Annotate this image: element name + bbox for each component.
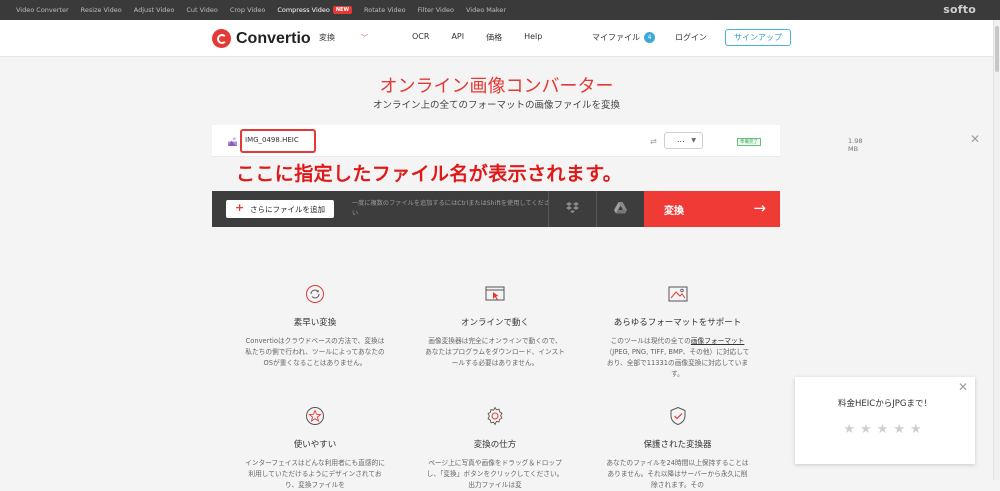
remove-file-close-icon[interactable]: ✕ <box>970 132 980 146</box>
feature-desc-post: （JPEG, PNG, TIFF, BMP、その他）に対応しており、全部で113… <box>605 348 750 378</box>
output-format-value: ... <box>677 135 685 144</box>
nav-item-help[interactable]: Help <box>524 32 542 43</box>
product-links: Video Converter Resize Video Adjust Vide… <box>0 6 506 14</box>
product-link-crop-video[interactable]: Crop Video <box>230 6 265 14</box>
feature-description: インターフェイスはどんな利用者にも直感的に利用していただけるようにデザインされて… <box>245 459 385 489</box>
feature-description: Convertioはクラウドベースの方法で、変換は私たちの側で行われ、ツールによ… <box>245 337 385 367</box>
feature-title: 保護された変換器 <box>643 440 712 450</box>
output-format-select[interactable]: ... ▼ <box>664 132 703 149</box>
chevron-down-icon: ▼ <box>691 137 696 144</box>
dropbox-icon <box>566 202 579 213</box>
shield-check-icon <box>670 406 685 426</box>
dropbox-button[interactable] <box>548 191 596 227</box>
image-file-icon <box>228 137 237 146</box>
nav-item-label: 変換 <box>319 33 335 42</box>
nav-item-convert[interactable]: 変換 ﹀ <box>319 32 390 43</box>
product-link-label: Compress Video <box>277 6 330 14</box>
annotation-text: ここに指定したファイル名が表示されます。 <box>236 163 623 185</box>
rating-popup: ✕ 料金HEICからJPGまで！ ★★★★★ <box>795 377 975 464</box>
feature-description: あなたのファイルを24時間以上保持することはありません。それ以降はサーバーから永… <box>606 459 749 489</box>
feature-title: オンラインで動く <box>460 318 529 328</box>
convert-button[interactable]: 変換 → <box>644 191 780 227</box>
product-link-cut-video[interactable]: Cut Video <box>186 6 217 14</box>
nav-item-api[interactable]: API <box>451 32 464 43</box>
convert-label: 変換 <box>664 206 684 217</box>
product-link-compress-video[interactable]: Compress Video NEW <box>277 6 352 14</box>
image-formats-link[interactable]: 画像フォーマット <box>691 337 745 345</box>
top-product-bar: Video Converter Resize Video Adjust Vide… <box>0 0 1000 20</box>
nav-item-ocr[interactable]: OCR <box>412 32 429 43</box>
plus-icon: + <box>235 201 245 214</box>
google-drive-button[interactable] <box>596 191 644 227</box>
feature-easy-to-use: 使いやすい インターフェイスはどんな利用者にも直感的に利用していただけるようにデ… <box>245 406 385 491</box>
nav-item-pricing[interactable]: 価格 <box>486 32 502 43</box>
convertio-logo-icon <box>212 29 231 48</box>
feature-title: 素早い変換 <box>293 318 337 328</box>
feature-title: あらゆるフォーマットをサポート <box>613 318 742 328</box>
feature-description: ページ上に写真や画像をドラッグ＆ドロップし、「変換」ボタンをクリックしてください… <box>426 459 564 489</box>
feature-works-online: オンラインで動く 画像変換器は完全にオンラインで動くので、あなたはプログラムをダ… <box>425 284 565 369</box>
product-link-video-converter[interactable]: Video Converter <box>16 6 69 14</box>
star-rating[interactable]: ★★★★★ <box>795 422 975 437</box>
add-more-files-button[interactable]: + さらにファイルを追加 <box>226 200 334 218</box>
feature-desc-pre: このツールは現代の全ての <box>610 337 691 345</box>
popup-text: 料金HEICからJPGまで！ <box>838 399 932 409</box>
product-link-video-maker[interactable]: Video Maker <box>466 6 506 14</box>
google-drive-icon <box>614 202 627 214</box>
nav-menu: 変換 ﹀ OCR API 価格 Help <box>319 32 564 43</box>
vertical-scrollbar[interactable] <box>993 20 1000 480</box>
product-link-resize-video[interactable]: Resize Video <box>81 6 122 14</box>
file-name: IMG_0498.HEIC <box>245 136 299 144</box>
logo-text: Convertio <box>236 29 311 47</box>
star-circle-icon <box>306 407 324 425</box>
feature-fast-conversion: 素早い変換 Convertioはクラウドベースの方法で、変換は私たちの側で行われ… <box>245 284 385 369</box>
product-link-rotate-video[interactable]: Rotate Video <box>364 6 406 14</box>
product-link-adjust-video[interactable]: Adjust Video <box>134 6 175 14</box>
nav-right: マイファイル 4 ログイン サインアップ <box>592 29 791 46</box>
signup-button[interactable]: サインアップ <box>725 29 791 46</box>
file-size: 1.98 MB <box>848 137 863 153</box>
feature-description: 画像変換器は完全にオンラインで動くので、あなたはプログラムをダウンロード、インス… <box>425 337 565 367</box>
browser-cursor-icon <box>485 286 505 301</box>
my-files-link[interactable]: マイファイル <box>592 32 640 43</box>
refresh-circle-icon <box>306 285 324 303</box>
arrow-right-icon: → <box>753 199 766 217</box>
feature-how-to-convert: 変換の仕方 ページ上に写真や画像をドラッグ＆ドロップし、「変換」ボタンをクリック… <box>425 406 565 491</box>
feature-secure-converter: 保護された変換器 あなたのファイルを24時間以上保持することはありません。それ以… <box>605 406 750 491</box>
popup-close-icon[interactable]: ✕ <box>958 380 968 394</box>
page-title: オンライン画像コンバーター <box>379 76 614 97</box>
image-frame-icon <box>668 286 687 302</box>
product-link-filter-video[interactable]: Filter Video <box>418 6 454 14</box>
feature-description: このツールは現代の全ての画像フォーマット （JPEG, PNG, TIFF, BM… <box>605 336 750 380</box>
action-bar: + さらにファイルを追加 一度に複数のファイルを追加するにはCtrlまたはShi… <box>212 191 780 227</box>
my-files-count-badge: 4 <box>644 32 655 43</box>
convertio-logo[interactable]: Convertio <box>212 29 311 48</box>
new-badge: NEW <box>332 6 352 14</box>
file-row: IMG_0498.HEIC ⇄ ... ▼ 準備完了 1.98 MB ✕ <box>212 125 980 157</box>
chevron-down-icon: ﹀ <box>361 34 368 42</box>
feature-title: 使いやすい <box>293 440 337 450</box>
scrollbar-thumb[interactable] <box>995 26 999 72</box>
convert-arrow-icon: ⇄ <box>650 137 657 146</box>
status-badge: 準備完了 <box>737 138 761 146</box>
feature-all-formats: あらゆるフォーマットをサポート このツールは現代の全ての画像フォーマット （JPE… <box>605 284 750 380</box>
softo-brand-link[interactable]: softo <box>943 3 976 16</box>
login-link[interactable]: ログイン <box>675 32 707 43</box>
page-subtitle: オンライン上の全てのフォーマットの画像ファイルを変換 <box>372 100 620 111</box>
add-more-files-label: さらにファイルを追加 <box>250 205 325 214</box>
feature-title: 変換の仕方 <box>473 440 517 450</box>
gear-icon <box>487 406 503 426</box>
main-nav: Convertio 変換 ﹀ OCR API 価格 Help マイファイル 4 ロ… <box>0 20 993 57</box>
multi-select-hint: 一度に複数のファイルを追加するにはCtrlまたはShiftを使用してください <box>352 200 550 217</box>
